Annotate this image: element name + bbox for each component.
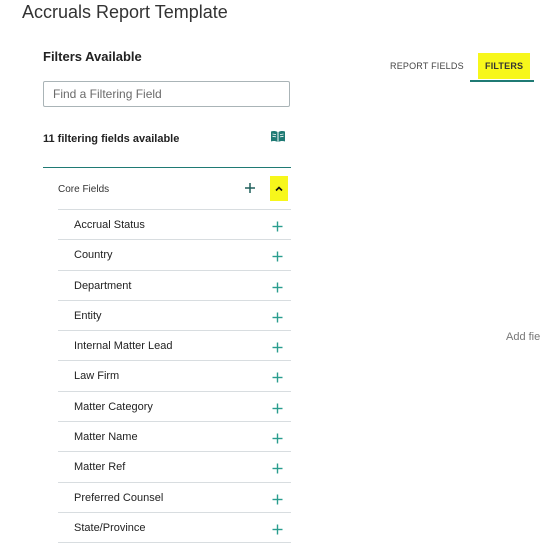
field-label: Matter Ref [74,461,126,474]
tab-filters[interactable]: FILTERS [470,51,534,82]
filter-field-list: Accrual Status Country Department Entity… [58,210,291,544]
plus-icon[interactable] [272,310,283,323]
tab-report-fields-label: REPORT FIELDS [390,61,464,71]
page-title: Accruals Report Template [22,2,228,22]
list-item[interactable]: Entity [58,301,291,332]
collapse-button[interactable] [270,176,288,201]
add-all-plus-icon[interactable] [243,181,257,195]
filter-count-row: 11 filtering fields available [43,129,291,145]
add-fields-hint: Add fie [506,331,540,343]
list-item[interactable]: Internal Matter Lead [58,331,291,362]
core-fields-label: Core Fields [58,184,110,195]
filters-available-heading: Filters Available [43,49,142,64]
field-label: State/Province [74,521,146,534]
plus-icon[interactable] [272,431,283,444]
field-label: Accrual Status [74,219,145,231]
field-label: Internal Matter Lead [74,340,173,353]
tab-filters-label: FILTERS [478,53,531,79]
field-label: Entity [74,309,102,322]
plus-icon[interactable] [272,219,283,232]
section-divider [43,167,291,168]
field-label: Department [74,279,132,292]
list-item[interactable]: Country [58,240,291,271]
list-item[interactable]: Accrual Status [58,210,291,241]
list-item[interactable]: Preferred Counsel [58,483,291,513]
chevron-up-icon [275,186,283,192]
list-item[interactable]: Matter Category [58,392,291,423]
field-label: Country [74,249,113,262]
list-item[interactable]: Law Firm [58,361,291,392]
field-label: Matter Category [74,400,153,413]
list-item[interactable]: Matter Ref [58,452,291,483]
field-label: Law Firm [74,370,120,383]
filter-count-text: 11 filtering fields available [43,133,180,145]
field-label: Matter Name [74,431,138,444]
plus-icon[interactable] [272,370,283,383]
filter-search-input[interactable] [43,81,290,107]
plus-icon[interactable] [272,461,283,474]
plus-icon[interactable] [272,492,283,505]
plus-icon[interactable] [272,280,283,293]
field-label: Preferred Counsel [74,491,164,504]
plus-icon[interactable] [272,249,283,262]
plus-icon[interactable] [272,340,283,353]
book-open-icon[interactable] [270,130,286,143]
list-item[interactable]: Department [58,271,291,301]
plus-icon[interactable] [272,401,283,414]
list-item[interactable]: State/Province [58,513,291,544]
list-item[interactable]: Matter Name [58,422,291,453]
plus-icon[interactable] [272,522,283,535]
core-fields-group-header[interactable]: Core Fields [43,175,291,205]
